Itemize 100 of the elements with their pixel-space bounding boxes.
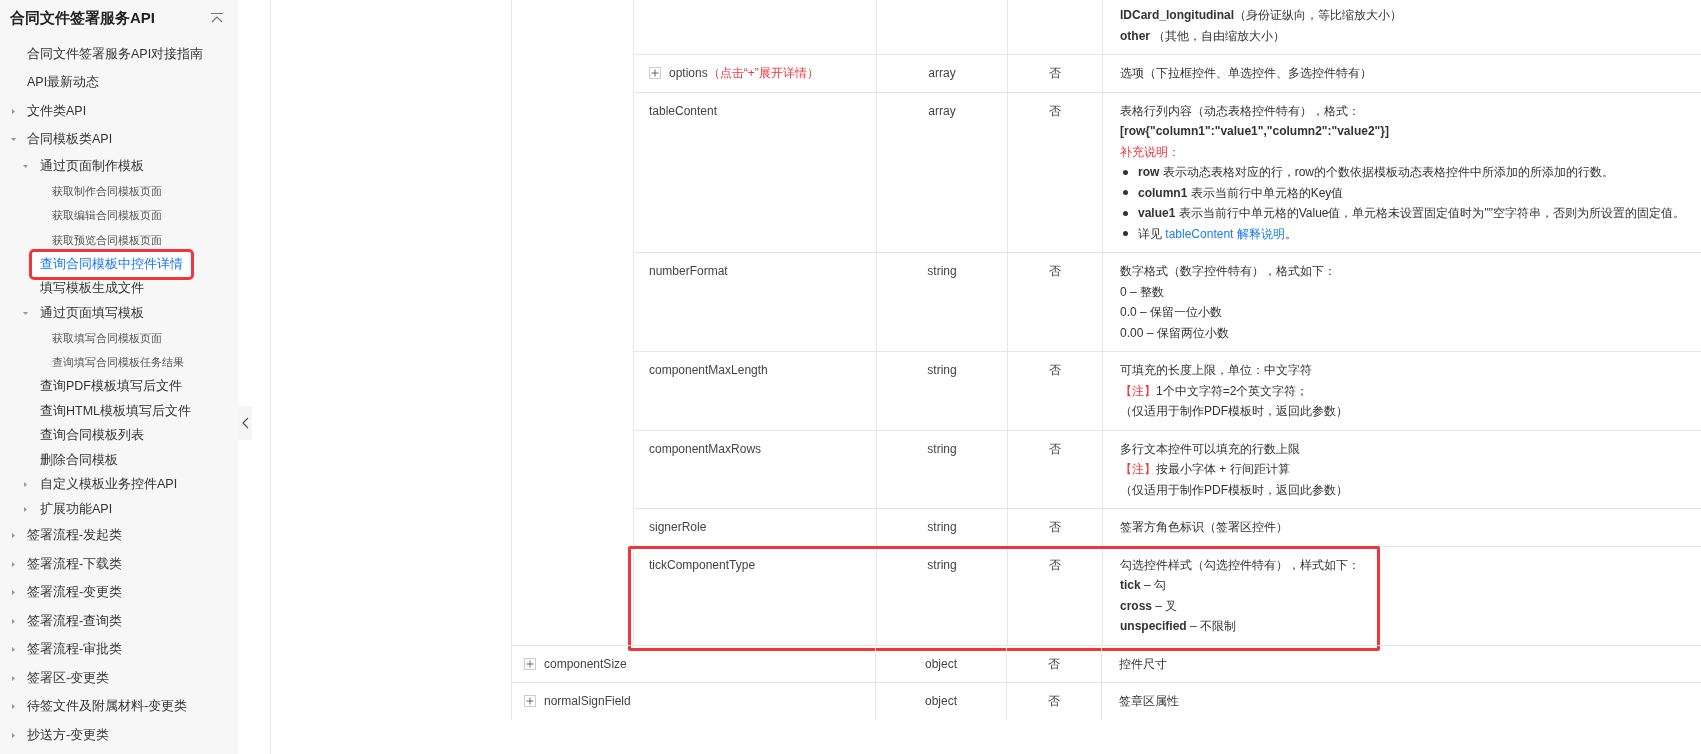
doc-link[interactable]: tableContent 解释说明 bbox=[1165, 226, 1285, 241]
description-text: [row{"column1":"value1","column2":"value2"}] bbox=[1120, 123, 1390, 140]
sidebar-item[interactable]: 签署流程-审批类 bbox=[27, 640, 123, 660]
description-text: 数字格式（数字控件特有），格式如下： bbox=[1120, 263, 1337, 280]
description-text: 控件尺寸 bbox=[1119, 655, 1168, 673]
sidebar-item[interactable]: 查询合同模板中控件详情 bbox=[32, 251, 191, 277]
param-name: tableContent bbox=[649, 102, 718, 120]
description-text: 【注】按最小字体 + 行间距计算 bbox=[1120, 461, 1291, 478]
sidebar-toggle-button[interactable] bbox=[238, 406, 252, 440]
caret-down-icon[interactable] bbox=[22, 309, 29, 317]
caret-right-icon[interactable] bbox=[22, 505, 29, 513]
sidebar-item[interactable]: 扩展功能API bbox=[40, 499, 113, 519]
sidebar-item[interactable]: 签署流程-下载类 bbox=[27, 554, 123, 574]
description-text: 签署方角色标识（签署区控件） bbox=[1120, 519, 1289, 536]
caret-right-icon[interactable] bbox=[10, 674, 17, 682]
sidebar-item[interactable]: 删除合同模板 bbox=[40, 450, 118, 470]
sidebar-item[interactable]: 合同模板类API bbox=[27, 130, 113, 150]
required-cell: 否 bbox=[1049, 363, 1061, 377]
caret-down-icon[interactable] bbox=[10, 136, 17, 144]
description-text: unspecified – 不限制 bbox=[1120, 618, 1238, 635]
description-text: tick – 勾 bbox=[1120, 577, 1168, 594]
sidebar-title: 合同文件签署服务API bbox=[10, 7, 155, 28]
caret-right-icon[interactable] bbox=[10, 107, 17, 115]
caret-right-icon[interactable] bbox=[10, 532, 17, 540]
collapse-icon[interactable] bbox=[210, 12, 224, 24]
sidebar-item[interactable]: 查询填写合同模板任务结果 bbox=[52, 354, 184, 371]
type-cell: object bbox=[925, 694, 957, 708]
expand-button[interactable] bbox=[524, 657, 536, 670]
caret-right-icon[interactable] bbox=[10, 589, 17, 597]
sidebar-item[interactable]: 签署区-变更类 bbox=[27, 668, 110, 688]
description-text: 补充说明： bbox=[1120, 143, 1181, 161]
description-text: （仅适用于制作PDF模板时，返回此参数） bbox=[1120, 481, 1349, 499]
sidebar-item[interactable]: 获取制作合同模板页面 bbox=[52, 182, 162, 199]
description-text: other （其他，自由缩放大小） bbox=[1120, 27, 1287, 45]
description-text: （仅适用于制作PDF模板时，返回此参数） bbox=[1120, 403, 1349, 420]
param-name: options bbox=[669, 65, 708, 82]
expand-button[interactable] bbox=[649, 67, 661, 79]
caret-right-icon[interactable] bbox=[10, 560, 17, 568]
sidebar-item[interactable]: 填写模板生成文件 bbox=[40, 279, 144, 299]
sidebar-item[interactable]: 查询合同模板列表 bbox=[40, 426, 144, 446]
param-name: tickComponentType bbox=[649, 556, 756, 574]
type-cell: string bbox=[927, 264, 957, 278]
caret-right-icon[interactable] bbox=[10, 646, 17, 654]
sidebar-item[interactable]: 获取预览合同模板页面 bbox=[52, 231, 162, 248]
description-text: 表格行列内容（动态表格控件特有），格式： bbox=[1120, 102, 1361, 120]
required-cell: 否 bbox=[1049, 264, 1061, 278]
param-name: componentMaxRows bbox=[649, 440, 762, 458]
caret-down-icon[interactable] bbox=[22, 162, 29, 170]
sidebar-item[interactable]: 自定义模板业务控件API bbox=[40, 475, 178, 495]
description-text: 0.0 – 保留一位小数 bbox=[1120, 304, 1224, 321]
required-cell: 否 bbox=[1048, 656, 1060, 671]
sidebar-item[interactable]: 查询HTML模板填写后文件 bbox=[40, 401, 192, 421]
description-text: column1 表示当前行中单元格的Key值 bbox=[1138, 184, 1344, 202]
sidebar-item[interactable]: 通过页面填写模板 bbox=[40, 303, 144, 323]
description-text: cross – 叉 bbox=[1120, 597, 1179, 615]
sidebar-item[interactable]: 获取编辑合同模板页面 bbox=[52, 207, 162, 224]
sidebar-item[interactable]: 合同文件签署服务API对接指南 bbox=[27, 44, 204, 64]
sidebar-item[interactable]: 通过页面制作模板 bbox=[40, 156, 144, 176]
param-name: signerRole bbox=[649, 519, 707, 536]
description-text: 选项（下拉框控件、单选控件、多选控件特有） bbox=[1120, 65, 1373, 82]
description-text: value1 表示当前行中单元格的Value值，单元格未设置固定值时为""空字符串，否则为所设置的固定值。 bbox=[1138, 205, 1685, 223]
sidebar-item[interactable]: 签署流程-查询类 bbox=[27, 611, 123, 631]
type-cell: object bbox=[925, 656, 957, 671]
description-text: 0 – 整数 bbox=[1120, 283, 1165, 301]
param-name: normalSignField bbox=[544, 693, 631, 710]
type-cell: array bbox=[928, 66, 956, 80]
required-cell: 否 bbox=[1049, 520, 1061, 534]
sidebar-item[interactable]: 文件类API bbox=[27, 101, 87, 121]
caret-right-icon[interactable] bbox=[22, 481, 29, 489]
sidebar-item[interactable]: 待签文件及附属材料-变更类 bbox=[27, 697, 188, 717]
required-cell: 否 bbox=[1049, 441, 1061, 456]
expand-button[interactable] bbox=[524, 695, 536, 707]
description-text: 多行文本控件可以填充的行数上限 bbox=[1120, 440, 1301, 458]
sidebar-item[interactable]: 抄送方-变更类 bbox=[27, 725, 110, 745]
sidebar-item[interactable]: 查询PDF模板填写后文件 bbox=[40, 377, 182, 397]
sidebar-item[interactable]: 获取填写合同模板页面 bbox=[52, 329, 162, 346]
type-cell: string bbox=[927, 520, 957, 534]
caret-right-icon[interactable] bbox=[10, 731, 17, 739]
description-text: 详见 tableContent 解释说明。 bbox=[1138, 225, 1297, 243]
type-cell: array bbox=[928, 103, 956, 118]
description-text: row 表示动态表格对应的行，row的个数依据模板动态表格控件中所添加的所添加的行数。 bbox=[1138, 164, 1614, 182]
description-text: 签章区属性 bbox=[1119, 693, 1180, 710]
type-cell: string bbox=[927, 441, 957, 456]
sidebar-item[interactable]: 签署流程-变更类 bbox=[27, 583, 123, 603]
param-name: componentMaxLength bbox=[649, 362, 768, 379]
description-text: 0.00 – 保留两位小数 bbox=[1120, 324, 1230, 342]
required-cell: 否 bbox=[1049, 557, 1061, 572]
required-cell: 否 bbox=[1049, 66, 1061, 80]
sidebar-item[interactable]: API最新动态 bbox=[27, 73, 100, 93]
sidebar-item[interactable]: 签署流程-发起类 bbox=[27, 526, 123, 546]
chevron-left-icon bbox=[241, 417, 249, 429]
description-text: 可填充的长度上限，单位：中文字符 bbox=[1120, 362, 1313, 379]
description-text: 勾选控件样式（勾选控件特有），样式如下： bbox=[1120, 556, 1361, 574]
required-cell: 否 bbox=[1048, 694, 1060, 708]
caret-right-icon[interactable] bbox=[10, 703, 17, 711]
param-name: numberFormat bbox=[649, 263, 728, 280]
type-cell: string bbox=[927, 363, 957, 377]
param-hint: （点击“+”展开详情） bbox=[707, 65, 819, 82]
caret-right-icon[interactable] bbox=[10, 617, 17, 625]
type-cell: string bbox=[927, 557, 957, 572]
